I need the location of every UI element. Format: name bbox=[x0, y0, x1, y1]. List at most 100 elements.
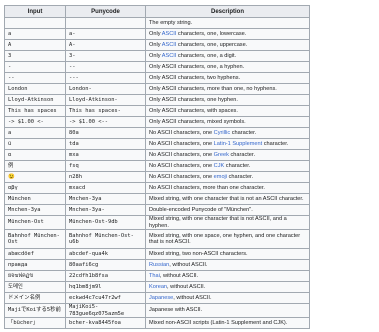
punycode-cell: --- bbox=[65, 72, 146, 84]
table-row: 3 3- Only ASCII characters, one, a digit. bbox=[4, 50, 310, 62]
punycode-cell: London- bbox=[65, 83, 146, 95]
table-row: abæcdöef abcdef-qua4k Mixed string, two no… bbox=[4, 248, 310, 260]
punycode-cell: Mnchen-3ya bbox=[65, 193, 146, 205]
punycode-cell: MajiKoi5-783gue6qz075azm5e bbox=[65, 303, 146, 318]
input-cell: -- bbox=[4, 72, 66, 84]
table-row: а 80a No ASCII characters, one Cyrillic ch… bbox=[4, 127, 310, 139]
input-cell: правда bbox=[4, 259, 66, 271]
header-description[interactable]: Description bbox=[145, 5, 310, 18]
punycode-cell: Lloyd-Atkinson- bbox=[65, 94, 146, 106]
punycode-cell: -> $1.00 <-- bbox=[65, 116, 146, 128]
header-input[interactable]: Input bbox=[4, 5, 66, 18]
table-row: ยจฆฟคฏข 22cdfh1b8fsa Thai, without ASCII. bbox=[4, 270, 310, 282]
description-cell: No ASCII characters, one Greek character… bbox=[145, 149, 310, 161]
table-row: München Mnchen-3ya Mixed string, with one … bbox=[4, 193, 310, 205]
description-text: Mixed non-ASCII scripts (Latin-1 Supplem… bbox=[149, 319, 288, 326]
punycode-cell: n28h bbox=[65, 171, 146, 183]
description-text: No ASCII characters, one bbox=[149, 140, 214, 147]
description-text-suffix: , without ASCII. bbox=[167, 283, 206, 290]
description-text-suffix: character. bbox=[224, 162, 251, 169]
punycode-cell: München-Ost-9db bbox=[65, 215, 146, 230]
table-row: A A- Only ASCII characters, one, uppercase… bbox=[4, 39, 310, 51]
input-cell: This has spaces bbox=[4, 105, 66, 117]
input-cell: London bbox=[4, 83, 66, 95]
description-text: Japanese with ASCII. bbox=[149, 307, 203, 314]
description-link[interactable]: Latin-1 Supplement bbox=[214, 141, 263, 147]
description-link[interactable]: ASCII bbox=[162, 53, 177, 59]
description-cell: No ASCII characters, more than one chara… bbox=[145, 182, 310, 194]
punycode-examples-table-container: Input Punycode Description The empty str… bbox=[4, 5, 310, 329]
description-link[interactable]: Greek bbox=[214, 152, 229, 158]
description-text: Only ASCII characters, two hyphens. bbox=[149, 74, 241, 81]
table-row: αβγ mxacd No ASCII characters, more than o… bbox=[4, 182, 310, 194]
description-text-suffix: , without ASCII. bbox=[169, 261, 208, 268]
description-cell: Only ASCII characters, one hyphen. bbox=[145, 94, 310, 106]
description-link[interactable]: ASCII bbox=[162, 31, 177, 37]
description-cell: Mixed string, with one character that is… bbox=[145, 193, 310, 205]
table-row: -- --- Only ASCII characters, two hyphens. bbox=[4, 72, 310, 84]
table-row: Mnchen-3ya Mnchen-3ya- Double-encoded Puny… bbox=[4, 204, 310, 216]
punycode-cell: fsq bbox=[65, 160, 146, 172]
input-cell: 3 bbox=[4, 50, 66, 62]
description-cell: Double-encoded Punycode of "München". bbox=[145, 204, 310, 216]
punycode-cell: hq1bm8jm9l bbox=[65, 281, 146, 293]
input-cell: MajiでKoiする5秒前 bbox=[4, 303, 66, 318]
description-text: No ASCII characters, more than one chara… bbox=[149, 184, 265, 191]
description-text: No ASCII characters, one bbox=[149, 162, 214, 169]
description-text: No ASCII characters, one bbox=[149, 151, 214, 158]
punycode-cell: mxacd bbox=[65, 182, 146, 194]
description-cell: Mixed string, two non-ASCII characters. bbox=[145, 248, 310, 260]
punycode-cell: This has spaces- bbox=[65, 105, 146, 117]
description-text-suffix: character. bbox=[230, 129, 257, 136]
description-cell: No ASCII characters, one Cyrillic charac… bbox=[145, 127, 310, 139]
description-text: Mixed string, with one character that is… bbox=[149, 216, 287, 229]
input-cell: α bbox=[4, 149, 66, 161]
punycode-cell: 80a bbox=[65, 127, 146, 139]
description-text-suffix: characters, one, lowercase. bbox=[176, 30, 247, 37]
description-cell: Korean, without ASCII. bbox=[145, 281, 310, 293]
table-row: ドメイン名例 eckwd4c7cu47r2wf Japanese, without … bbox=[4, 292, 310, 304]
description-link[interactable]: CJK bbox=[214, 163, 225, 169]
description-link[interactable]: Russian bbox=[149, 262, 169, 268]
description-text: Mixed string, with one character that is… bbox=[149, 195, 304, 202]
description-text: Mixed string, with one space, one hyphen… bbox=[149, 232, 301, 246]
description-text: The empty string. bbox=[149, 19, 193, 26]
punycode-cell: A- bbox=[65, 39, 146, 51]
description-link[interactable]: Korean bbox=[149, 284, 167, 290]
input-cell: ยจฆฟคฏข bbox=[4, 270, 66, 282]
description-link[interactable]: Thai bbox=[149, 273, 160, 279]
table-row: ü tda No ASCII characters, one Latin-1 Sup… bbox=[4, 138, 310, 150]
table-row: a a- Only ASCII characters, one, lowercase… bbox=[4, 28, 310, 40]
table-row: -> $1.00 <- -> $1.00 <-- Only ASCII charac… bbox=[4, 116, 310, 128]
header-punycode[interactable]: Punycode bbox=[65, 5, 146, 18]
punycode-cell: eckwd4c7cu47r2wf bbox=[65, 292, 146, 304]
description-text: No ASCII characters, one bbox=[149, 129, 214, 136]
punycode-cell: Bahnhof München-Ost-u6b bbox=[65, 229, 146, 249]
input-cell: -> $1.00 <- bbox=[4, 116, 66, 128]
input-cell: München-Ost bbox=[4, 215, 66, 230]
description-cell: Only ASCII characters, one, a digit. bbox=[145, 50, 310, 62]
description-text: Only ASCII characters, mixed symbols. bbox=[149, 118, 246, 125]
description-text: Double-encoded Punycode of "München". bbox=[149, 206, 253, 213]
punycode-examples-table: Input Punycode Description The empty str… bbox=[4, 5, 310, 329]
description-link[interactable]: Cyrillic bbox=[214, 130, 230, 136]
punycode-cell: 3- bbox=[65, 50, 146, 62]
description-link[interactable]: emoji bbox=[214, 174, 227, 180]
description-cell: Japanese with ASCII. bbox=[145, 303, 310, 318]
description-cell: Thai, without ASCII. bbox=[145, 270, 310, 282]
table-row: This has spaces This has spaces- Only ASCI… bbox=[4, 105, 310, 117]
input-cell: Lloyd-Atkinson bbox=[4, 94, 66, 106]
input-cell: ü bbox=[4, 138, 66, 150]
description-link[interactable]: Japanese bbox=[149, 295, 173, 301]
table-row: MajiでKoiする5秒前 MajiKoi5-783gue6qz075azm5e J… bbox=[4, 303, 310, 318]
description-link[interactable]: ASCII bbox=[162, 42, 177, 48]
description-text-suffix: character. bbox=[262, 140, 289, 147]
input-cell: 「bücher」 bbox=[4, 317, 66, 329]
input-cell: 😉 bbox=[4, 171, 66, 183]
input-cell: A bbox=[4, 39, 66, 51]
description-cell: Only ASCII characters, one, a hyphen. bbox=[145, 61, 310, 73]
table-header-row: Input Punycode Description bbox=[4, 5, 310, 18]
input-cell: a bbox=[4, 28, 66, 40]
table-row: 도메인 hq1bm8jm9l Korean, without ASCII. bbox=[4, 281, 310, 293]
description-text: Only ASCII characters, one hyphen. bbox=[149, 96, 238, 103]
